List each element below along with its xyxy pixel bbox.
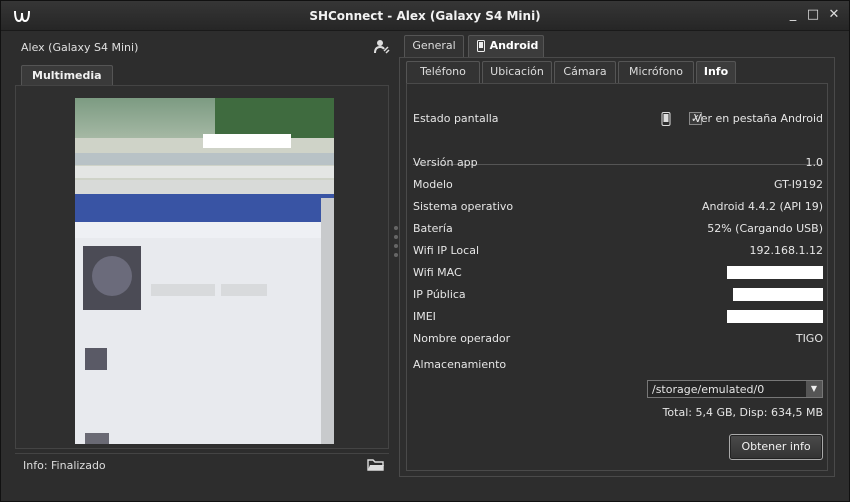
app-window: SHConnect - Alex (Galaxy S4 Mini) _ □ ✕ …	[0, 0, 850, 502]
tab-general[interactable]: General	[404, 35, 464, 57]
info-box: Estado pantalla ✓ Ver en pestaña Android…	[406, 83, 828, 471]
storage-select[interactable]: /storage/emulated/0 ▼	[647, 380, 823, 398]
status-bar: Info: Finalizado	[15, 453, 389, 475]
storage-select-value: /storage/emulated/0	[652, 383, 765, 396]
screen-photo	[75, 98, 334, 444]
battery-label: Batería	[413, 222, 453, 235]
tab-camara[interactable]: Cámara	[554, 61, 616, 83]
model-value: GT-I9192	[773, 178, 823, 191]
row-wifi-mac: Wifi MAC	[413, 266, 823, 282]
public-ip-redacted	[733, 288, 823, 301]
get-info-button[interactable]: Obtener info	[729, 434, 823, 460]
row-public-ip: IP Pública	[413, 288, 823, 304]
android-panel: Teléfono Ubicación Cámara Micrófono Info…	[399, 57, 835, 477]
screen-state-label: Estado pantalla	[413, 112, 499, 125]
os-label: Sistema operativo	[413, 200, 514, 213]
close-button[interactable]: ✕	[826, 7, 842, 23]
row-imei: IMEI	[413, 310, 823, 326]
tab-microfono[interactable]: Micrófono	[618, 61, 694, 83]
row-app-version: Versión app 1.0	[413, 156, 823, 172]
app-version-value: 1.0	[805, 156, 824, 169]
row-screen-state: Estado pantalla ✓ Ver en pestaña Android	[413, 112, 823, 128]
row-operator: Nombre operador TIGO	[413, 332, 823, 348]
view-tab-label: Ver en pestaña Android	[694, 112, 823, 125]
row-model: Modelo GT-I9192	[413, 178, 823, 194]
imei-redacted	[727, 310, 823, 323]
battery-value: 52% (Cargando USB)	[707, 222, 823, 235]
multimedia-panel	[15, 85, 389, 449]
folder-open-icon[interactable]	[367, 457, 385, 473]
status-text: Info: Finalizado	[23, 459, 106, 472]
title-bar[interactable]: SHConnect - Alex (Galaxy S4 Mini) _ □ ✕	[1, 1, 849, 31]
wifi-ip-label: Wifi IP Local	[413, 244, 479, 257]
wifi-mac-redacted	[727, 266, 823, 279]
row-wifi-ip: Wifi IP Local 192.168.1.12	[413, 244, 823, 260]
row-battery: Batería 52% (Cargando USB)	[413, 222, 823, 238]
phone-icon	[477, 40, 485, 52]
imei-label: IMEI	[413, 310, 436, 323]
device-name: Alex (Galaxy S4 Mini)	[21, 41, 139, 54]
model-label: Modelo	[413, 178, 453, 191]
public-ip-label: IP Pública	[413, 288, 466, 301]
screen-photo-image	[75, 98, 334, 444]
tab-android-label: Android	[489, 39, 539, 52]
wifi-mac-label: Wifi MAC	[413, 266, 462, 279]
row-storage-summary: Total: 5,4 GB, Disp: 634,5 MB	[413, 406, 823, 422]
os-value: Android 4.4.2 (API 19)	[702, 200, 823, 213]
row-storage: Almacenamiento	[413, 358, 823, 374]
tab-ubicacion[interactable]: Ubicación	[482, 61, 552, 83]
tab-info[interactable]: Info	[696, 61, 736, 83]
wifi-ip-value: 192.168.1.12	[749, 244, 823, 257]
operator-label: Nombre operador	[413, 332, 511, 345]
phone-icon	[661, 112, 671, 126]
device-settings-icon[interactable]	[374, 39, 390, 55]
operator-value: TIGO	[795, 332, 823, 345]
chevron-down-icon[interactable]: ▼	[806, 381, 822, 397]
maximize-button[interactable]: □	[805, 7, 821, 23]
storage-label: Almacenamiento	[413, 358, 507, 371]
storage-summary: Total: 5,4 GB, Disp: 634,5 MB	[662, 406, 823, 419]
minimize-button[interactable]: _	[785, 7, 801, 23]
tab-telefono[interactable]: Teléfono	[406, 61, 480, 83]
app-version-label: Versión app	[413, 156, 478, 169]
window-title: SHConnect - Alex (Galaxy S4 Mini)	[309, 9, 541, 23]
tab-android[interactable]: Android	[468, 35, 544, 57]
tab-multimedia[interactable]: Multimedia	[21, 65, 113, 85]
row-os: Sistema operativo Android 4.4.2 (API 19)	[413, 200, 823, 216]
